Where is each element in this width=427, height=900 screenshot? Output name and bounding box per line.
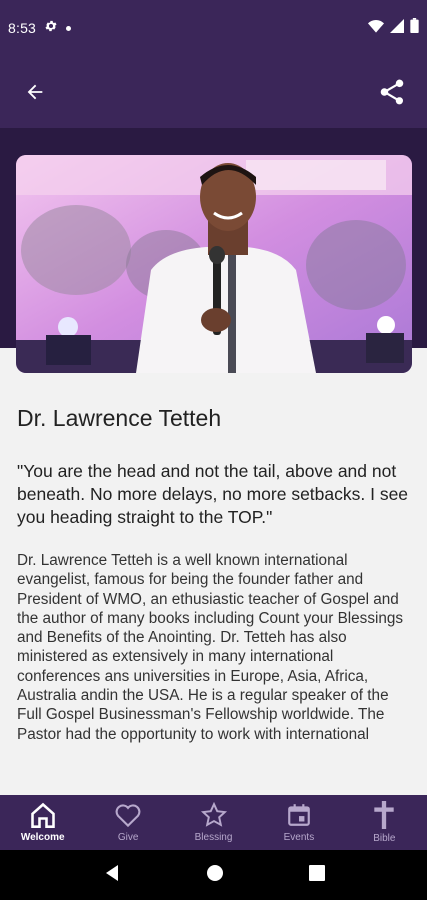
wifi-icon (368, 19, 384, 38)
nav-label-events: Events (283, 832, 315, 843)
system-nav-bar (0, 850, 427, 900)
profile-name: Dr. Lawrence Tetteh (17, 405, 222, 431)
profile-photo (16, 155, 412, 373)
signal-icon (390, 18, 404, 38)
nav-item-blessing[interactable]: Blessing (171, 795, 256, 850)
status-time: 8:53 (8, 20, 37, 36)
system-recents-button[interactable] (308, 864, 325, 886)
battery-icon (410, 18, 419, 38)
heart-icon (115, 804, 141, 828)
share-icon (380, 79, 404, 105)
cross-icon (374, 801, 395, 829)
content-area[interactable]: Dr. Lawrence Tetteh "You are the head an… (0, 373, 427, 795)
nav-label-bible: Bible (373, 833, 396, 844)
nav-item-give[interactable]: Give (85, 795, 170, 850)
bottom-nav: Welcome Give Blessing Events Bible (0, 795, 427, 850)
share-button[interactable] (375, 75, 409, 109)
system-back-button[interactable] (103, 864, 121, 887)
notification-dot-icon (66, 25, 72, 31)
calendar-icon (288, 804, 310, 826)
arrow-back-icon (27, 84, 43, 100)
nav-item-bible[interactable]: Bible (342, 795, 427, 850)
triangle-back-icon (105, 864, 118, 881)
star-icon (200, 802, 227, 827)
back-button[interactable] (18, 75, 52, 109)
app-bar (0, 56, 427, 128)
status-right (368, 18, 419, 38)
nav-label-welcome: Welcome (20, 832, 65, 843)
nav-item-events[interactable]: Events (256, 795, 341, 850)
nav-item-welcome[interactable]: Welcome (0, 795, 85, 850)
status-bar: 8:53 (0, 0, 427, 56)
profile-bio: Dr. Lawrence Tetteh is a well known inte… (17, 552, 404, 743)
nav-label-blessing: Blessing (194, 832, 233, 843)
settings-gear-icon (44, 19, 58, 38)
system-home-button[interactable] (206, 864, 224, 887)
circle-home-icon (206, 864, 223, 881)
square-recents-icon (308, 864, 325, 881)
profile-quote: "You are the head and not the tail, abov… (17, 461, 409, 527)
nav-label-give: Give (117, 832, 139, 843)
status-left: 8:53 (8, 19, 72, 38)
home-icon (30, 802, 55, 828)
